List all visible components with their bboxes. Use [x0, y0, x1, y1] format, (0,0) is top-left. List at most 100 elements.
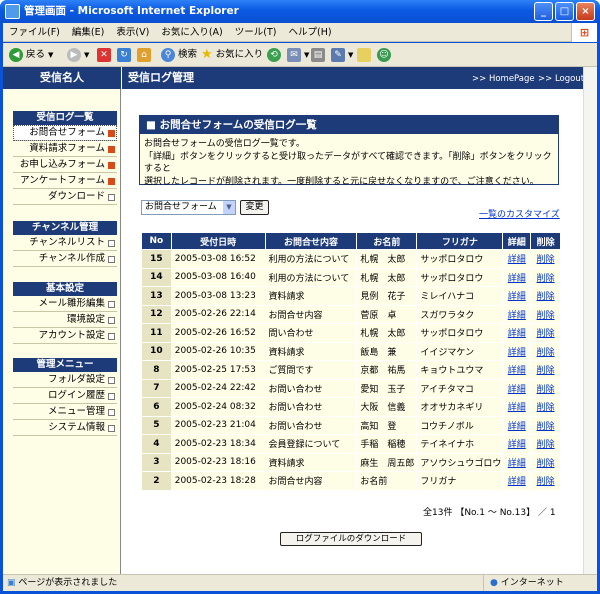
- table-cell: 8: [141, 360, 172, 380]
- sidebar: 受信名人 受信ログ一覧 お問合せフォーム 資料請求フォーム お申し込みフォーム …: [3, 67, 121, 574]
- detail-link[interactable]: 詳細: [502, 471, 532, 491]
- sidebar-item-document-request[interactable]: 資料請求フォーム: [13, 141, 117, 157]
- vertical-scrollbar[interactable]: [583, 67, 597, 574]
- delete-link[interactable]: 削除: [530, 378, 561, 398]
- delete-link[interactable]: 削除: [530, 249, 561, 269]
- back-button[interactable]: ◀ 戻る ▼: [9, 46, 53, 64]
- page-title: 受信ログ管理: [128, 71, 194, 84]
- chevron-down-icon: ▼: [223, 201, 235, 214]
- menu-tools[interactable]: ツール(T): [235, 27, 277, 38]
- table-cell: 会員登録について: [264, 434, 358, 454]
- delete-link[interactable]: 削除: [530, 267, 561, 287]
- delete-link[interactable]: 削除: [530, 471, 561, 491]
- detail-link[interactable]: 詳細: [502, 286, 532, 306]
- delete-link[interactable]: 削除: [530, 397, 561, 417]
- download-log-button[interactable]: ログファイルのダウンロード: [280, 532, 422, 546]
- detail-link[interactable]: 詳細: [502, 323, 532, 343]
- home-button[interactable]: ⌂: [137, 46, 151, 64]
- table-cell: 14: [141, 267, 172, 287]
- history-button[interactable]: ⟲: [267, 46, 281, 64]
- sidebar-item-channel-list[interactable]: チャンネルリスト: [13, 235, 117, 251]
- edit-button[interactable]: ✎ ▼: [331, 46, 353, 64]
- stop-button[interactable]: ✕: [97, 46, 111, 64]
- form-select[interactable]: お問合せフォーム ▼: [141, 200, 236, 215]
- table-row: 15 2005-03-08 16:52 利用の方法について 札幌 太郎 サッポロタロウ詳…: [141, 249, 561, 269]
- menu-help[interactable]: ヘルプ(H): [289, 27, 332, 38]
- favorites-button[interactable]: ★ お気に入り: [201, 46, 263, 64]
- menu-edit[interactable]: 編集(E): [72, 27, 104, 38]
- detail-link[interactable]: 詳細: [502, 249, 532, 269]
- messenger-button[interactable]: ☺: [377, 46, 391, 64]
- discuss-button[interactable]: [357, 46, 371, 64]
- log-table: No 受付日時 お問合せ内容 お名前 フリガナ 詳細 削除 15 2005-03-08 16:…: [141, 232, 561, 491]
- toolbar: ◀ 戻る ▼ ▶ ▼ ✕ ↻ ⌂ ⚲ 検索 ★ お気に入り ⟲ ✉ ▼ ▤ ✎ ▼ ☺: [3, 43, 597, 67]
- detail-link[interactable]: 詳細: [502, 415, 532, 435]
- delete-link[interactable]: 削除: [530, 323, 561, 343]
- table-cell: 3: [141, 452, 172, 472]
- info-box: ■ お問合せフォームの受信ログ一覧 お問合せフォームの受信ログ一覧です。 「詳細…: [139, 115, 559, 187]
- delete-link[interactable]: 削除: [530, 452, 561, 472]
- maximize-button[interactable]: □: [555, 2, 574, 21]
- sidebar-item-account[interactable]: アカウント設定: [13, 328, 117, 344]
- close-button[interactable]: ×: [576, 2, 595, 21]
- detail-link[interactable]: 詳細: [502, 304, 532, 324]
- sidebar-item-questionnaire[interactable]: アンケートフォーム: [13, 173, 117, 189]
- stop-icon: ✕: [97, 48, 111, 62]
- delete-link[interactable]: 削除: [530, 434, 561, 454]
- table-cell: お問い合わせ: [264, 397, 358, 417]
- minimize-button[interactable]: _: [534, 2, 553, 21]
- detail-link[interactable]: 詳細: [502, 397, 532, 417]
- refresh-button[interactable]: ↻: [117, 46, 131, 64]
- table-header-col-delete: 削除: [530, 232, 561, 250]
- detail-link[interactable]: 詳細: [502, 434, 532, 454]
- detail-link[interactable]: 詳細: [502, 378, 532, 398]
- table-cell: 2005-02-26 10:35: [170, 341, 266, 361]
- delete-link[interactable]: 削除: [530, 415, 561, 435]
- delete-link[interactable]: 削除: [530, 286, 561, 306]
- delete-link[interactable]: 削除: [530, 360, 561, 380]
- sidebar-item-application[interactable]: お申し込みフォーム: [13, 157, 117, 173]
- change-button[interactable]: 変更: [240, 200, 269, 215]
- sidebar-item-download[interactable]: ダウンロード: [13, 189, 117, 205]
- menu-file[interactable]: ファイル(F): [9, 27, 60, 38]
- status-text: ▣ ページが表示されました: [7, 578, 118, 588]
- sidebar-item-menu-admin[interactable]: メニュー管理: [13, 404, 117, 420]
- table-cell: 手稲 稲穂: [356, 434, 418, 454]
- delete-link[interactable]: 削除: [530, 304, 561, 324]
- detail-link[interactable]: 詳細: [502, 341, 532, 361]
- table-header-col-no: No: [141, 232, 172, 250]
- forward-button[interactable]: ▶ ▼: [67, 46, 89, 64]
- table-cell: テイネイナホ: [416, 434, 504, 454]
- table-cell: 2005-03-08 16:52: [170, 249, 266, 269]
- table-cell: 13: [141, 286, 172, 306]
- table-cell: 2005-02-26 16:52: [170, 323, 266, 343]
- logout-link[interactable]: >> Logout: [538, 67, 584, 91]
- detail-link[interactable]: 詳細: [502, 267, 532, 287]
- print-button[interactable]: ▤: [311, 46, 325, 64]
- menu-view[interactable]: 表示(V): [116, 27, 149, 38]
- sidebar-item-mail-template[interactable]: メール雛形編集: [13, 296, 117, 312]
- table-row: 3 2005-02-23 18:16 資料請求 麻生 周五郎 アソウシュウゴロウ 詳細 削除: [141, 452, 561, 472]
- menu-favorites[interactable]: お気に入り(A): [161, 27, 222, 38]
- sidebar-item-channel-create[interactable]: チャンネル作成: [13, 251, 117, 267]
- customize-list-link[interactable]: 一覧のカスタマイズ: [479, 207, 560, 220]
- sidebar-item-login-history[interactable]: ログイン履歴: [13, 388, 117, 404]
- detail-link[interactable]: 詳細: [502, 360, 532, 380]
- sidebar-item-folder[interactable]: フォルダ設定: [13, 372, 117, 388]
- sidebar-item-system-info[interactable]: システム情報: [13, 420, 117, 436]
- sidebar-item-environment[interactable]: 環境設定: [13, 312, 117, 328]
- table-row: 8 2005-02-25 17:53 ご質問です 京都 祐馬 キョウトユウマ 詳細 削除: [141, 360, 561, 380]
- table-cell: 京都 祐馬: [356, 360, 418, 380]
- sidebar-item-inquiry[interactable]: お問合せフォーム: [13, 125, 117, 141]
- detail-link[interactable]: 詳細: [502, 452, 532, 472]
- back-arrow-icon: ◀: [9, 48, 23, 62]
- home-link[interactable]: >> HomePage: [472, 67, 535, 91]
- star-icon: ★: [201, 47, 213, 62]
- mail-button[interactable]: ✉ ▼: [287, 46, 309, 64]
- status-bar: ▣ ページが表示されました ● インターネット: [3, 574, 597, 591]
- search-button[interactable]: ⚲ 検索: [161, 46, 197, 64]
- zone-indicator: ● インターネット: [483, 575, 595, 591]
- search-icon: ⚲: [161, 48, 175, 62]
- delete-link[interactable]: 削除: [530, 341, 561, 361]
- table-row: 2 2005-02-23 18:28 お問合せ内容 お名前 フリガナ 詳細 削除: [141, 471, 561, 491]
